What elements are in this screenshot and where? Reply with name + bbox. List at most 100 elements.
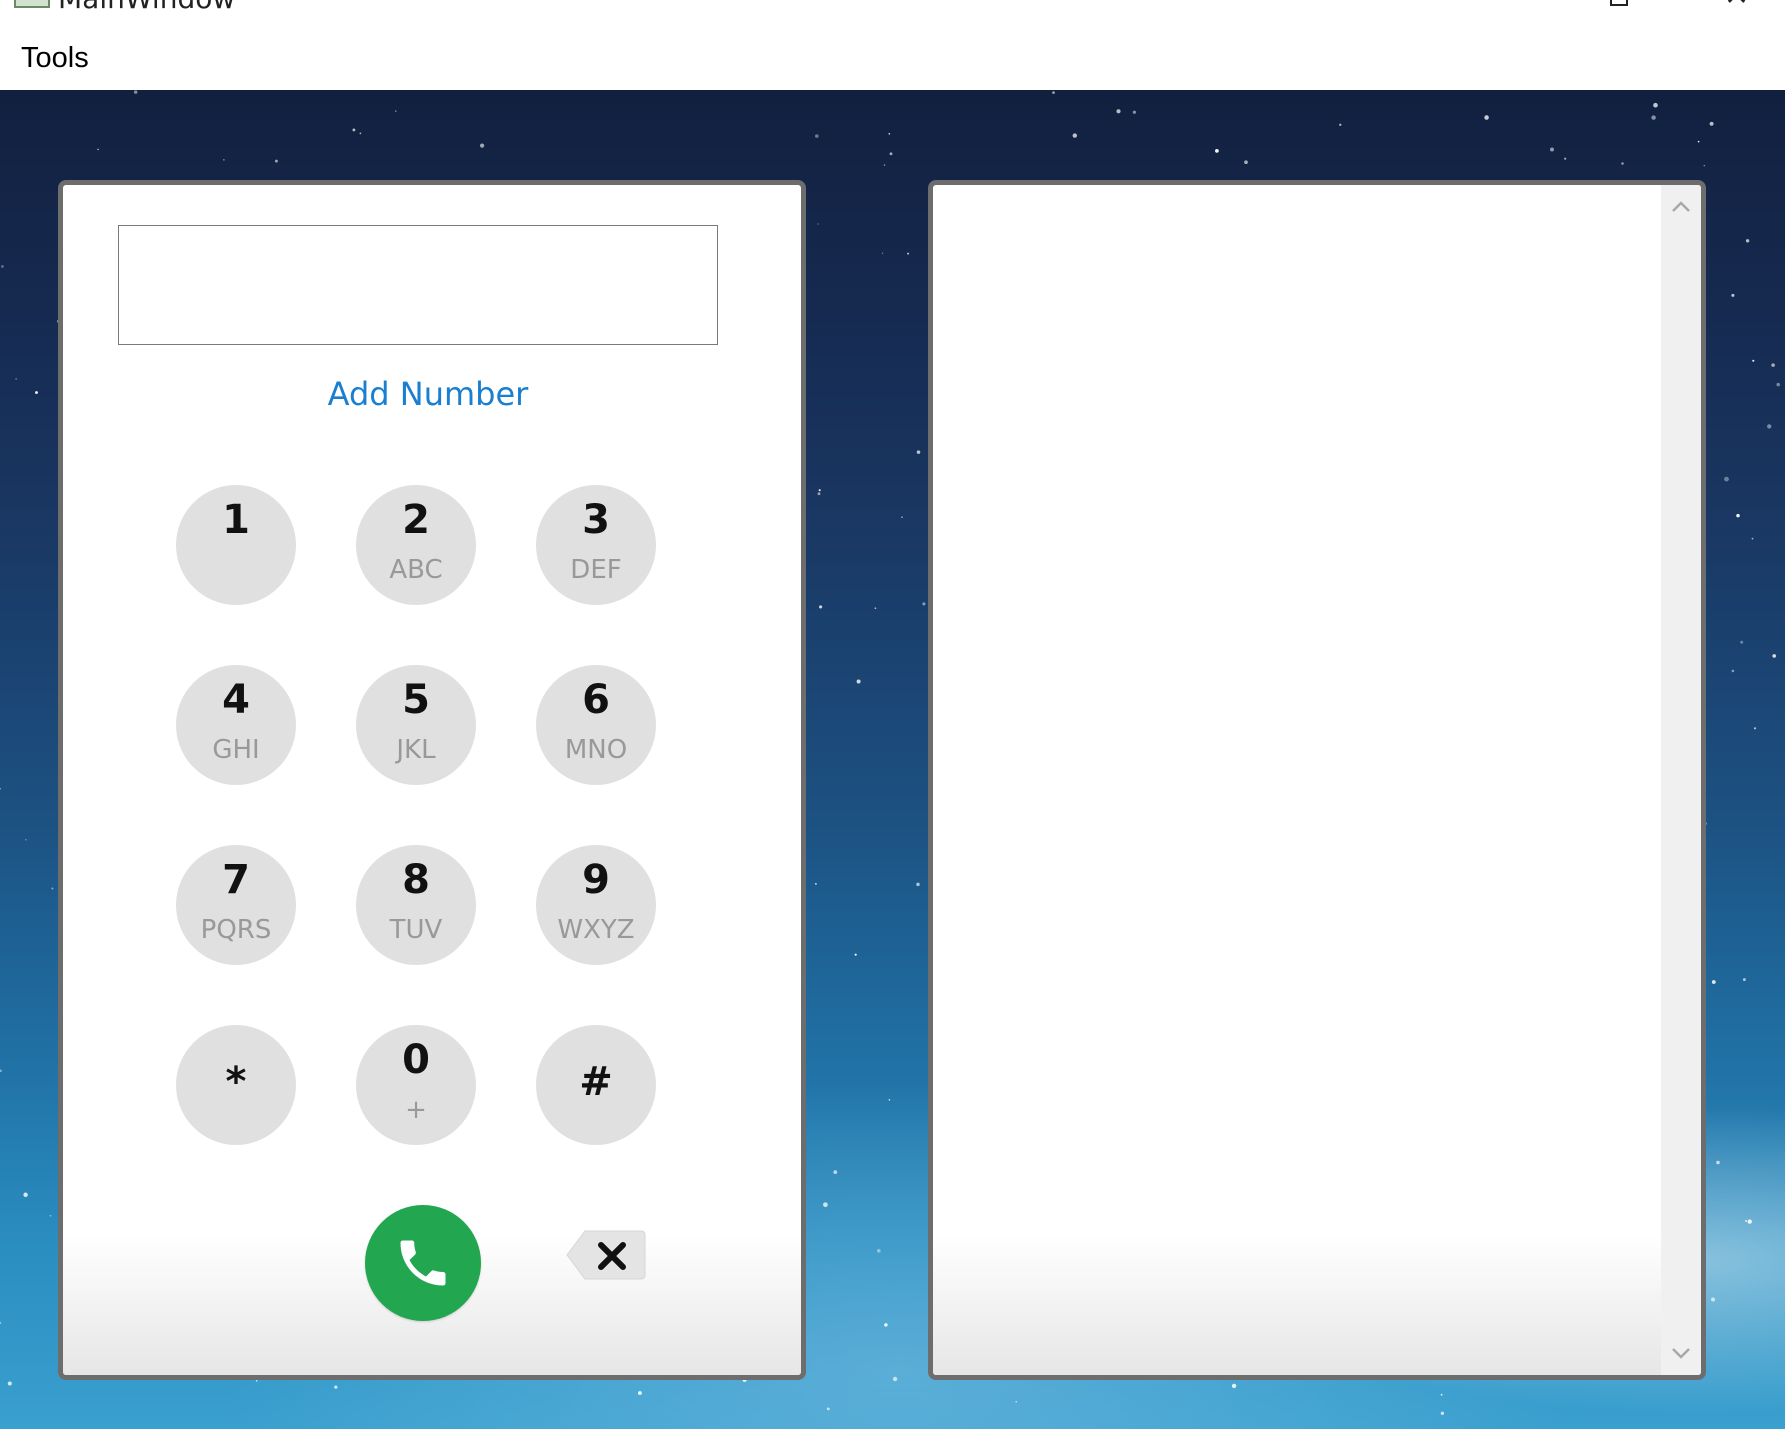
star bbox=[274, 159, 278, 163]
star bbox=[833, 1170, 838, 1175]
key-digit: * bbox=[225, 1059, 247, 1105]
star bbox=[1564, 157, 1567, 160]
star bbox=[480, 143, 485, 148]
scroll-up-button[interactable] bbox=[1661, 189, 1701, 225]
key-5[interactable]: 5 JKL bbox=[356, 665, 476, 785]
key-letters: WXYZ bbox=[557, 915, 635, 945]
star bbox=[1697, 140, 1700, 143]
star bbox=[1621, 162, 1624, 165]
star bbox=[901, 516, 903, 519]
maximize-icon[interactable] bbox=[1610, 0, 1628, 6]
star bbox=[1653, 102, 1658, 108]
key-digit: 6 bbox=[582, 677, 610, 723]
star bbox=[1772, 654, 1777, 658]
star bbox=[1731, 669, 1735, 673]
star bbox=[815, 883, 817, 885]
star bbox=[637, 1391, 642, 1395]
star bbox=[0, 788, 1, 790]
star bbox=[1550, 147, 1554, 152]
key-star[interactable]: * bbox=[176, 1025, 296, 1145]
star bbox=[881, 252, 884, 254]
key-6[interactable]: 6 MNO bbox=[536, 665, 656, 785]
vertical-scrollbar[interactable] bbox=[1661, 185, 1701, 1375]
star bbox=[0, 1321, 2, 1325]
star bbox=[1745, 1219, 1747, 1222]
star bbox=[888, 133, 891, 135]
star bbox=[1651, 115, 1656, 120]
phone-icon bbox=[400, 1240, 446, 1286]
key-letters: JKL bbox=[396, 735, 436, 765]
key-digit: 8 bbox=[402, 857, 430, 903]
star bbox=[1751, 537, 1754, 540]
key-4[interactable]: 4 GHI bbox=[176, 665, 296, 785]
key-1[interactable]: 1 bbox=[176, 485, 296, 605]
menu-item-tools[interactable]: Tools bbox=[21, 42, 89, 75]
star bbox=[817, 223, 819, 225]
star bbox=[856, 679, 861, 684]
star bbox=[854, 953, 857, 956]
star bbox=[35, 391, 38, 394]
star bbox=[916, 450, 921, 454]
star bbox=[1132, 110, 1136, 114]
star bbox=[25, 839, 27, 841]
key-letters: PQRS bbox=[200, 915, 272, 945]
key-letters: TUV bbox=[389, 915, 443, 945]
number-input[interactable] bbox=[118, 225, 718, 345]
star bbox=[916, 882, 920, 887]
star bbox=[1440, 1393, 1443, 1396]
star bbox=[1776, 382, 1780, 387]
app-icon bbox=[14, 0, 50, 8]
star bbox=[7, 1381, 12, 1386]
key-letters: DEF bbox=[570, 555, 622, 585]
star bbox=[1752, 359, 1755, 362]
star bbox=[884, 1323, 888, 1327]
title-bar: MainWindow ✕ bbox=[0, 0, 1785, 14]
star bbox=[1015, 1401, 1017, 1403]
key-9[interactable]: 9 WXYZ bbox=[536, 845, 656, 965]
star bbox=[51, 887, 54, 890]
star bbox=[1716, 1160, 1720, 1165]
star bbox=[1215, 149, 1219, 153]
dialer-panel: Add Number 1 2 ABC 3 DEF 4 GHI 5 JKL 6 M… bbox=[58, 180, 806, 1380]
key-7[interactable]: 7 PQRS bbox=[176, 845, 296, 965]
star bbox=[817, 492, 821, 496]
star bbox=[1709, 121, 1714, 126]
key-letters: MNO bbox=[564, 735, 628, 765]
star bbox=[819, 605, 823, 609]
contacts-list-panel[interactable] bbox=[928, 180, 1706, 1380]
star bbox=[1745, 239, 1750, 243]
star bbox=[907, 252, 910, 255]
star bbox=[922, 602, 926, 606]
star bbox=[1742, 978, 1746, 982]
add-number-link[interactable]: Add Number bbox=[63, 375, 793, 413]
key-0[interactable]: 0 + bbox=[356, 1025, 476, 1145]
menu-bar: Tools bbox=[0, 14, 1785, 90]
backspace-button[interactable] bbox=[563, 1225, 649, 1285]
key-2[interactable]: 2 ABC bbox=[356, 485, 476, 605]
key-hash[interactable]: # bbox=[536, 1025, 656, 1145]
star bbox=[876, 1248, 881, 1253]
call-button[interactable] bbox=[365, 1205, 481, 1321]
star bbox=[1736, 513, 1740, 518]
star bbox=[23, 1192, 28, 1198]
key-digit: 2 bbox=[402, 497, 430, 543]
chevron-up-icon bbox=[1672, 201, 1690, 212]
star bbox=[49, 1214, 52, 1217]
star bbox=[133, 90, 138, 94]
panel-fade bbox=[933, 1235, 1701, 1375]
key-letters: GHI bbox=[212, 735, 260, 765]
star bbox=[1753, 727, 1757, 730]
key-digit: 9 bbox=[582, 857, 610, 903]
key-letters: + bbox=[405, 1095, 427, 1125]
key-8[interactable]: 8 TUV bbox=[356, 845, 476, 965]
close-icon[interactable]: ✕ bbox=[1724, 0, 1749, 13]
star bbox=[1484, 115, 1489, 120]
star bbox=[359, 132, 362, 135]
star bbox=[1116, 109, 1121, 114]
scroll-down-button[interactable] bbox=[1661, 1335, 1701, 1371]
key-3[interactable]: 3 DEF bbox=[536, 485, 656, 605]
star bbox=[255, 1380, 258, 1382]
star bbox=[1724, 476, 1729, 482]
star bbox=[1703, 164, 1706, 167]
star bbox=[15, 378, 17, 380]
